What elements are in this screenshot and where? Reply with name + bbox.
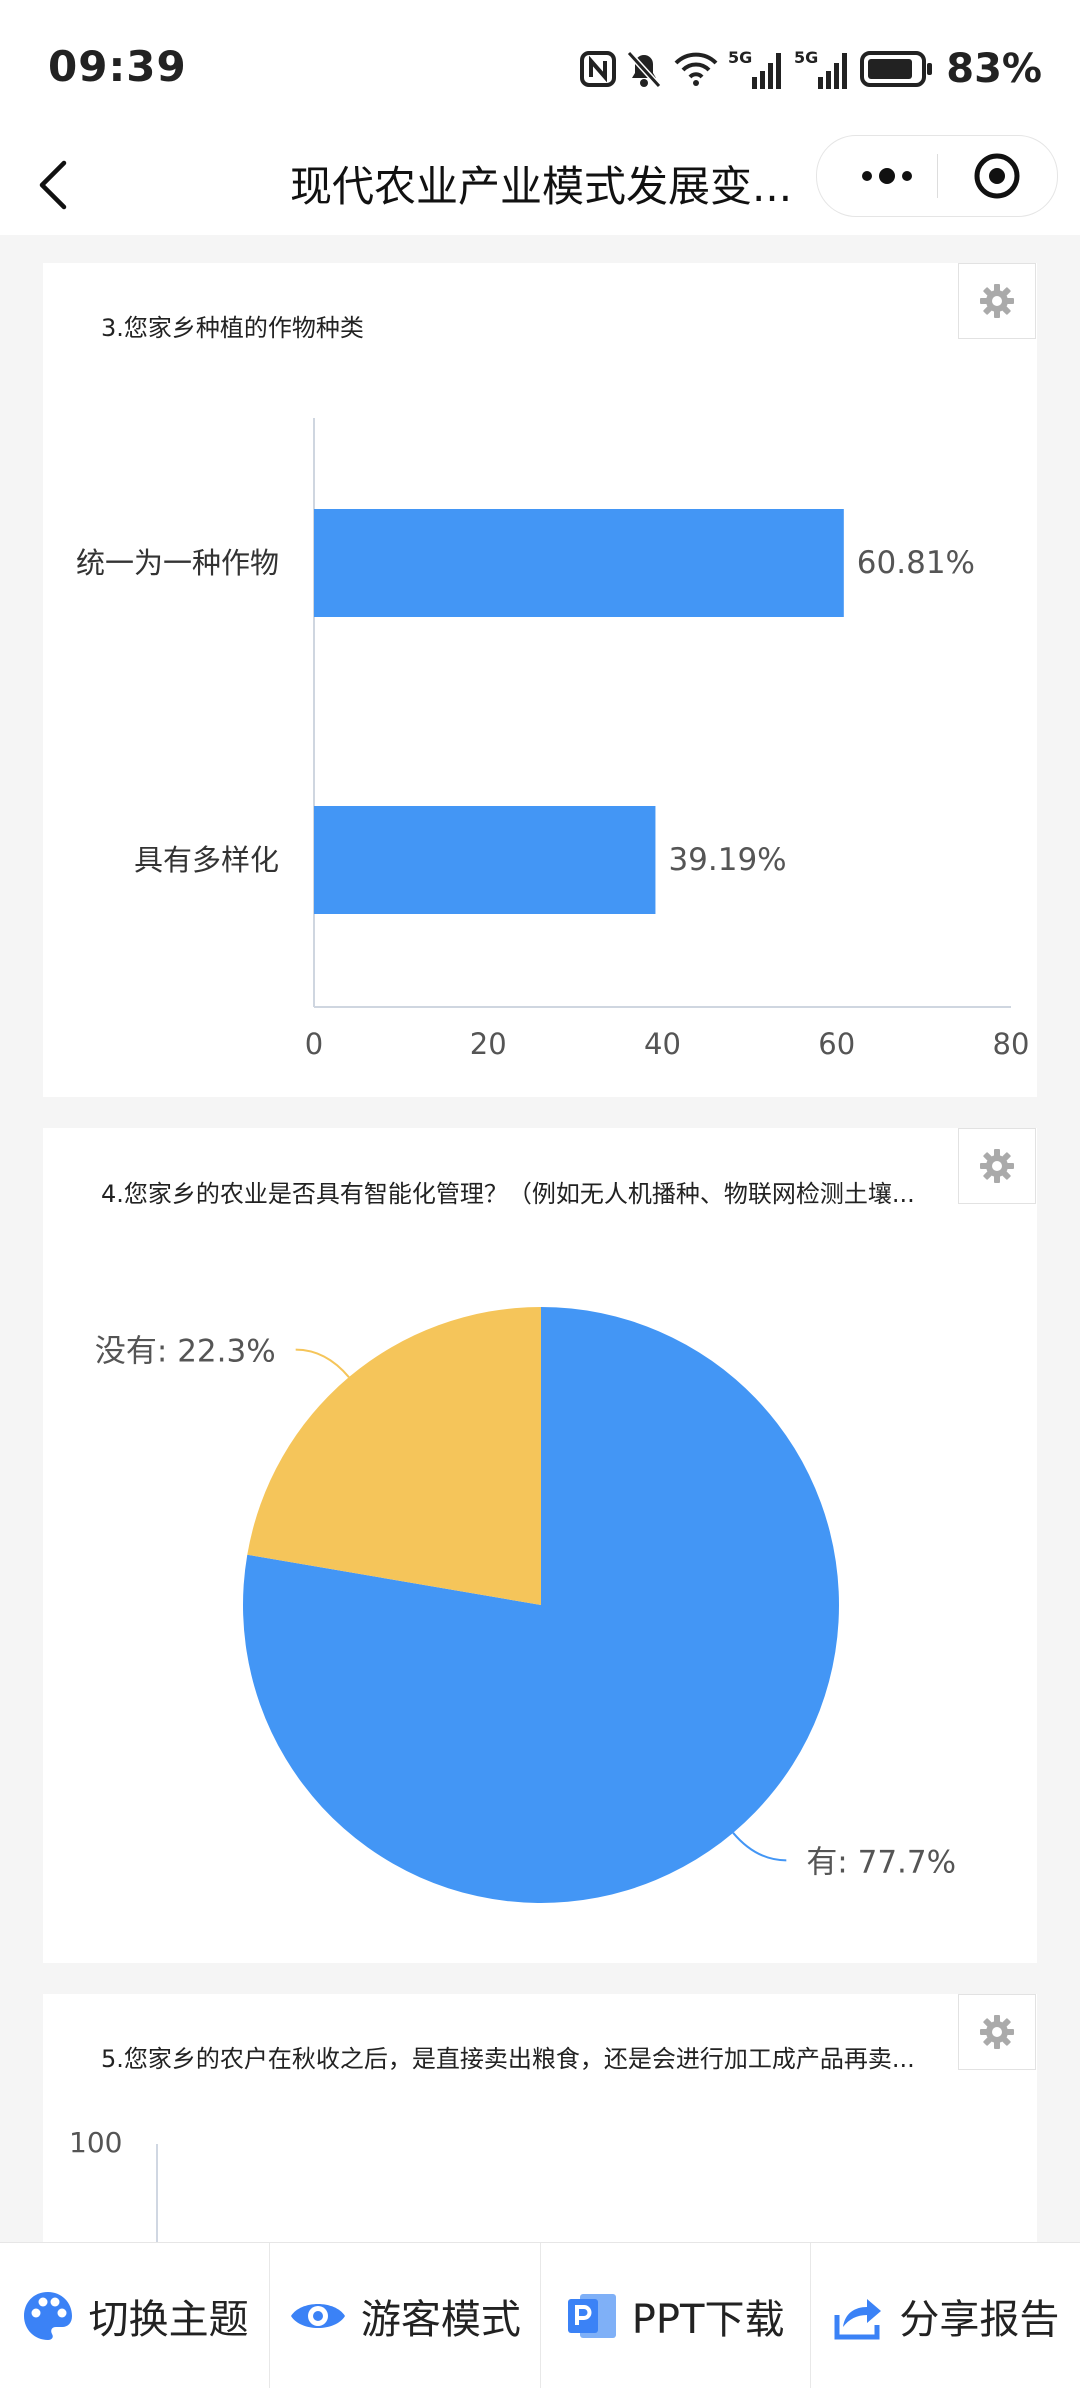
pie-chart: 有: 77.7% 没有: 22.3% [95,1307,956,1903]
eye-icon [290,2303,345,2328]
mini-program-capsule [816,135,1058,217]
nfc-icon [580,51,617,87]
share-report-label: 分享报告 [899,2296,1060,2343]
wifi-icon [674,52,718,86]
slice-label: 有: 77.7% [806,1844,956,1880]
guest-mode-label: 游客模式 [360,2296,521,2343]
page-title: 现代农业产业模式发展变... [290,162,793,211]
switch-theme-label: 切换主题 [88,2296,249,2343]
y-tick-label: 100 [69,2126,123,2159]
share-report-button[interactable]: 分享报告 [811,2243,1080,2388]
mute-bell-icon [627,50,662,89]
svg-text:5G: 5G [728,48,752,67]
gear-icon [980,2015,1014,2049]
question-card-5: 5.您家乡的农户在秋收之后，是直接卖出粮食，还是会进行加工成产品再卖... 10… [43,1994,1037,2254]
bar [314,806,656,914]
value-label: 39.19% [668,842,786,878]
status-icons: 5G 5G 83% [580,44,1042,94]
share-icon [834,2298,882,2339]
switch-theme-button[interactable]: 切换主题 [0,2243,271,2388]
x-tick-label: 40 [644,1027,681,1061]
palette-icon [23,2291,72,2340]
battery-percent: 83% [946,46,1042,92]
category-label: 具有多样化 [134,843,279,877]
status-time: 09:39 [48,42,187,91]
bar [314,509,844,617]
svg-text:5G: 5G [794,48,818,67]
label-leader-line [732,1832,787,1862]
x-tick-label: 80 [993,1027,1030,1061]
question-title: 5.您家乡的农户在秋收之后，是直接卖出粮食，还是会进行加工成产品再卖... [101,2045,915,2073]
x-tick-label: 0 [305,1027,323,1061]
category-label: 统一为一种作物 [76,546,279,580]
x-tick-label: 20 [470,1027,507,1061]
question-card-4: 4.您家乡的农业是否具有智能化管理？（例如无人机播种、物联网检测土壤... 有:… [43,1128,1037,1963]
chart-settings-button[interactable] [958,1994,1036,2070]
label-leader-line [295,1348,350,1378]
ppt-download-label: PPT下载 [631,2296,785,2343]
battery-icon [860,51,933,87]
bar-chart: 统一为一种作物 60.81% 具有多样化 39.19% 0 20 40 60 80 [76,418,1030,1061]
value-label: 60.81% [857,545,975,581]
nav-bar: 现代农业产业模式发展变... [0,135,1080,235]
more-dots-icon [862,168,912,184]
slice-label: 没有: 22.3% [95,1334,276,1370]
question-card-3: 3.您家乡种植的作物种类 统一为一种作物 60.81% 具有多样化 39.19% 0 20… [43,263,1037,1097]
x-tick-label: 60 [818,1027,855,1061]
ppt-icon [567,2293,616,2338]
signal-5g-icon: 5G [728,48,782,89]
status-bar: 09:39 5G 5G 83% [0,0,1080,135]
target-close-icon [974,153,1020,199]
close-button[interactable] [938,136,1056,216]
y-axis [156,2144,158,2254]
chevron-left-icon [39,160,67,210]
ppt-download-button[interactable]: PPT下载 [541,2243,811,2388]
bottom-toolbar: 切换主题 游客模式 PPT下载 分享报告 [0,2242,1080,2388]
more-button[interactable] [837,136,937,216]
signal-5g-icon-2: 5G [794,48,848,89]
back-button[interactable] [34,145,94,225]
guest-mode-button[interactable]: 游客模式 [270,2243,541,2388]
pie-slice [247,1307,542,1605]
